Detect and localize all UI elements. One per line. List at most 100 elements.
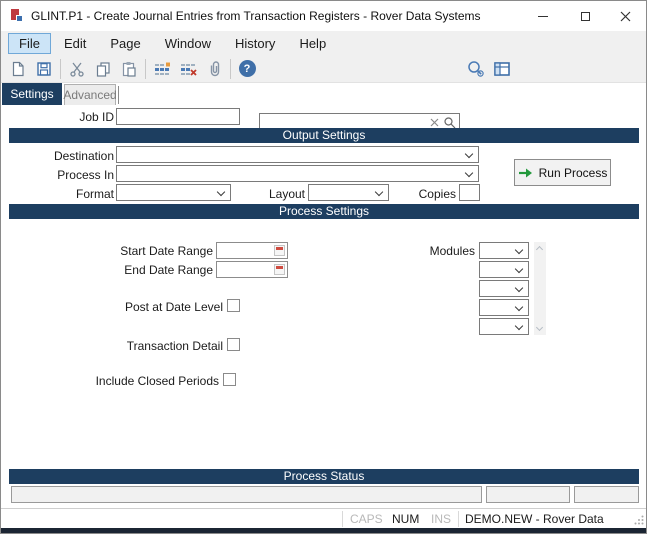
find-records-icon (468, 61, 484, 77)
start-date-input[interactable] (218, 244, 270, 257)
scroll-up-icon[interactable] (535, 245, 544, 254)
calendar-button[interactable] (274, 245, 285, 256)
module-select-4[interactable] (479, 299, 529, 316)
tab-strip: Settings Advanced (1, 83, 646, 105)
scroll-down-icon[interactable] (535, 323, 544, 332)
tab-advanced[interactable]: Advanced (63, 84, 117, 105)
window-layout-button[interactable] (489, 57, 515, 81)
copies-input[interactable] (460, 185, 479, 200)
delete-row-button[interactable] (175, 57, 201, 81)
format-label: Format (75, 187, 114, 201)
calendar-icon (276, 247, 283, 250)
destination-select[interactable] (116, 146, 479, 163)
caps-indicator: CAPS (350, 512, 383, 526)
chevron-down-icon (514, 264, 524, 274)
end-date-field (216, 261, 288, 278)
job-id-field (116, 108, 240, 125)
help-button[interactable]: ? (234, 57, 260, 81)
layout-select[interactable] (308, 184, 389, 201)
paperclip-icon (210, 60, 220, 76)
output-settings-header: Output Settings (9, 128, 639, 143)
close-icon (620, 11, 630, 21)
copy-icon (96, 61, 110, 77)
start-date-field (216, 242, 288, 259)
process-status-value-2 (574, 486, 639, 503)
chevron-down-icon (514, 302, 524, 312)
minimize-button[interactable] (526, 1, 560, 31)
destination-label: Destination (53, 149, 114, 163)
tab-settings[interactable]: Settings (2, 83, 62, 105)
process-in-label: Process In (57, 168, 114, 182)
statusbar-separator (458, 511, 459, 527)
copies-label: Copies (418, 187, 456, 201)
format-select[interactable] (116, 184, 231, 201)
paste-button[interactable] (116, 57, 142, 81)
job-id-label: Job ID (79, 110, 114, 124)
cut-button[interactable] (64, 57, 90, 81)
insert-row-icon (154, 62, 170, 75)
menu-edit[interactable]: Edit (53, 33, 97, 54)
menu-file[interactable]: File (8, 32, 51, 54)
post-at-date-level-checkbox[interactable] (227, 299, 240, 312)
menu-window[interactable]: Window (154, 33, 222, 54)
maximize-icon (580, 11, 590, 21)
app-logo-icon (11, 9, 25, 23)
status-bar: CAPS NUM INS DEMO.NEW - Rover Data Syste… (1, 508, 646, 533)
modules-label: Modules (429, 244, 475, 258)
resize-grip[interactable] (634, 515, 644, 525)
include-closed-periods-checkbox[interactable] (223, 373, 236, 386)
cut-icon (70, 62, 84, 77)
end-date-input[interactable] (218, 263, 270, 276)
insert-row-button[interactable] (149, 57, 175, 81)
find-records-button[interactable] (463, 57, 489, 81)
save-button[interactable] (31, 57, 57, 81)
chevron-down-icon (514, 283, 524, 293)
process-settings-header: Process Settings (9, 204, 639, 219)
chevron-down-icon (514, 245, 524, 255)
toolbar-separator (60, 58, 61, 79)
help-icon: ? (238, 60, 256, 77)
module-select-2[interactable] (479, 261, 529, 278)
calendar-icon (276, 266, 283, 269)
copies-field (459, 184, 480, 201)
statusbar-separator (342, 511, 343, 527)
transaction-detail-checkbox[interactable] (227, 338, 240, 351)
attachment-button[interactable] (201, 57, 227, 81)
toolbar-separator (230, 58, 231, 79)
layout-label: Layout (268, 187, 305, 201)
copy-button[interactable] (90, 57, 116, 81)
ins-indicator: INS (431, 512, 452, 526)
new-document-button[interactable] (5, 57, 31, 81)
process-in-select[interactable] (116, 165, 479, 182)
modules-scrollbar[interactable] (534, 242, 546, 335)
chevron-down-icon (464, 149, 474, 159)
delete-row-icon (180, 63, 197, 76)
end-date-label: End Date Range (124, 263, 213, 277)
module-select-5[interactable] (479, 318, 529, 335)
window-title: GLINT.P1 - Create Journal Entries from T… (31, 9, 481, 23)
include-closed-periods-label: Include Closed Periods (95, 374, 219, 388)
start-date-label: Start Date Range (120, 244, 213, 258)
logo-blue-square (16, 15, 23, 22)
module-select-1[interactable] (479, 242, 529, 259)
maximize-button[interactable] (568, 1, 602, 31)
menu-help[interactable]: Help (288, 33, 337, 54)
close-button[interactable] (608, 1, 642, 31)
app-window: GLINT.P1 - Create Journal Entries from T… (0, 0, 647, 534)
run-process-label: Run Process (538, 165, 608, 180)
run-arrow-icon (518, 168, 532, 177)
title-bar: GLINT.P1 - Create Journal Entries from T… (1, 1, 646, 31)
run-process-button[interactable]: Run Process (514, 159, 611, 186)
transaction-detail-label: Transaction Detail (126, 339, 223, 353)
toolbar: ? (1, 55, 646, 132)
chevron-down-icon (374, 187, 384, 197)
process-status-value-1 (486, 486, 570, 503)
new-document-icon (12, 61, 24, 76)
menu-page[interactable]: Page (99, 33, 151, 54)
menu-history[interactable]: History (224, 33, 286, 54)
calendar-button[interactable] (274, 264, 285, 275)
job-id-input[interactable] (117, 109, 239, 124)
toolbar-separator (145, 58, 146, 79)
post-at-date-level-label: Post at Date Level (124, 300, 223, 314)
module-select-3[interactable] (479, 280, 529, 297)
